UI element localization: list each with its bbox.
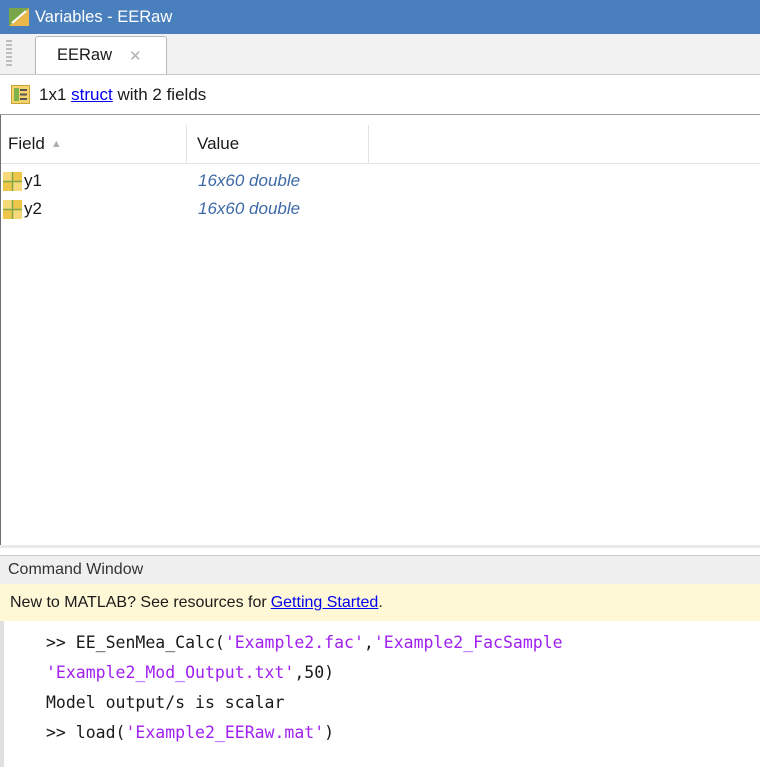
code-text: >> load(	[46, 723, 126, 742]
column-header-field[interactable]: Field ▲	[1, 125, 187, 163]
tab-eeraw[interactable]: EERaw ✕	[35, 36, 167, 74]
tab-strip: EERaw ✕	[0, 34, 760, 75]
tab-label: EERaw	[57, 46, 113, 64]
struct-icon	[11, 85, 30, 104]
column-header-value-label: Value	[197, 134, 240, 153]
field-value: 16x60 double	[198, 199, 301, 218]
struct-link[interactable]: struct	[71, 85, 113, 105]
code-text: >> EE_SenMea_Calc(	[46, 633, 225, 652]
struct-fields-count: with 2 fields	[117, 84, 207, 104]
close-icon[interactable]: ✕	[129, 47, 142, 65]
code-text: ,	[363, 633, 374, 652]
code-text: Model output/s is scalar	[46, 693, 285, 712]
string-literal: 'Example2_Mod_Output.txt'	[46, 663, 295, 682]
code-text: )	[324, 723, 335, 742]
column-header-field-label: Field	[8, 134, 45, 153]
panel-divider[interactable]	[0, 545, 760, 548]
getting-started-notice: New to MATLAB? See resources for Getting…	[0, 584, 760, 622]
table-header: Field ▲ Value	[1, 125, 760, 164]
notice-period: .	[378, 593, 383, 611]
field-name: y1	[24, 171, 42, 190]
table-row[interactable]: y2 16x60 double	[1, 195, 760, 223]
variables-title: Variables - EERaw	[35, 7, 173, 26]
array-icon	[3, 171, 22, 191]
command-window-body[interactable]: >> EE_SenMea_Calc('Example2.fac','Exampl…	[0, 621, 760, 767]
struct-fields-table: Field ▲ Value y1 16x60 double y2 16x60 d…	[0, 115, 760, 546]
variables-titlebar: Variables - EERaw	[0, 0, 760, 34]
sort-ascending-icon: ▲	[50, 138, 62, 150]
field-value: 16x60 double	[198, 171, 301, 190]
struct-size: 1x1	[39, 84, 67, 104]
string-literal: 'Example2_FacSample	[373, 633, 563, 652]
code-text: ,50)	[294, 663, 335, 682]
command-line: 'Example2_Mod_Output.txt',50)	[46, 658, 334, 688]
command-line: >> load('Example2_EERaw.mat')	[46, 718, 334, 748]
notice-text: New to MATLAB? See resources for	[10, 593, 267, 611]
variables-editor-icon	[9, 8, 29, 26]
string-literal: 'Example2_EERaw.mat'	[125, 723, 325, 742]
table-row[interactable]: y1 16x60 double	[1, 167, 760, 195]
string-literal: 'Example2.fac'	[224, 633, 364, 652]
tab-strip-grip[interactable]	[6, 40, 12, 68]
column-header-value[interactable]: Value	[187, 125, 369, 163]
struct-info-bar: 1x1 struct with 2 fields	[0, 75, 760, 115]
command-line: >> EE_SenMea_Calc('Example2.fac','Exampl…	[46, 628, 563, 658]
getting-started-link[interactable]: Getting Started	[271, 594, 379, 612]
command-line: Model output/s is scalar	[46, 688, 284, 718]
array-icon	[3, 199, 22, 219]
field-name: y2	[24, 199, 42, 218]
command-window-title: Command Window	[8, 561, 144, 578]
command-window-titlebar: Command Window	[0, 555, 760, 585]
